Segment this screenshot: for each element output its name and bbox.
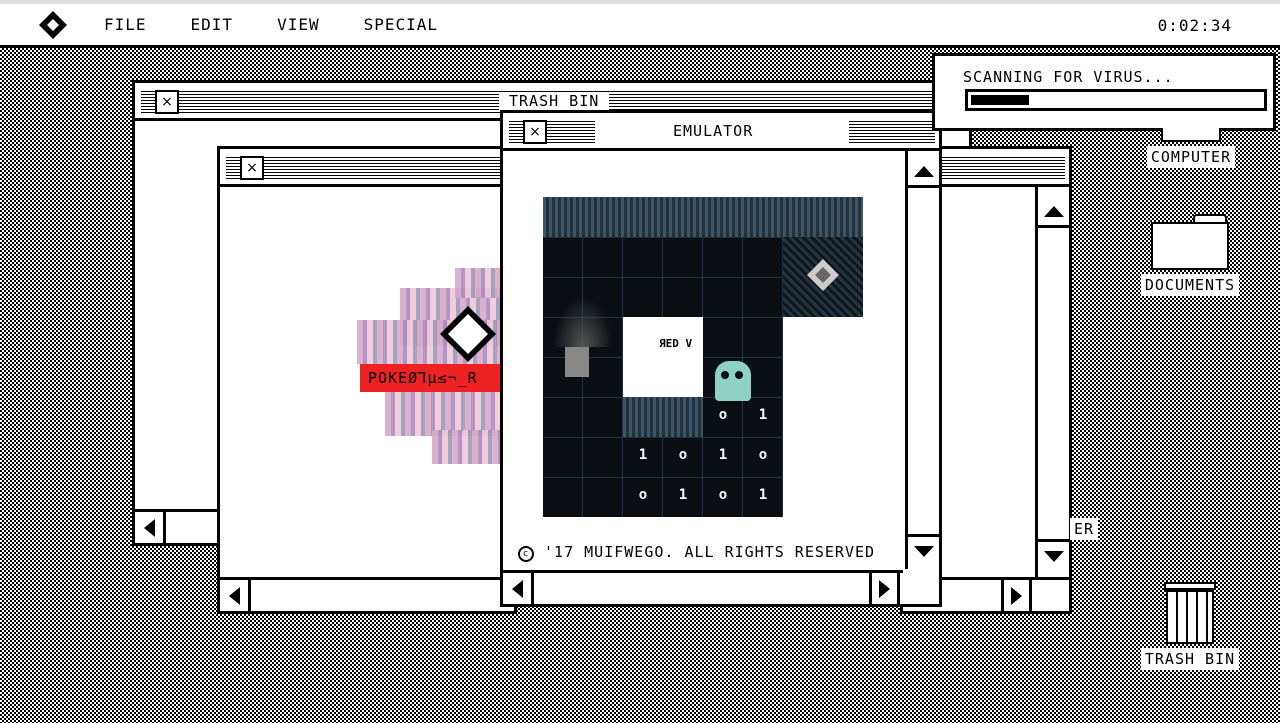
vertical-scrollbar[interactable] (905, 151, 939, 569)
game-white-tile: ЯED V (623, 317, 703, 397)
menu-bar: FILE EDIT VIEW SPECIAL 0:02:34 (0, 4, 1280, 48)
partial-label: ER (1070, 518, 1099, 540)
scan-progress-bar (965, 89, 1267, 111)
computer-label: COMPUTER (1146, 146, 1236, 168)
bit-value: o (638, 487, 648, 503)
player-sprite-icon (565, 347, 589, 377)
scroll-right-arrow-icon[interactable] (1001, 580, 1032, 611)
ghost-eye (721, 371, 729, 379)
trash-body (1166, 590, 1214, 644)
bit-value: 1 (678, 487, 688, 503)
trash-can-icon (1162, 578, 1218, 644)
folder-body (1151, 222, 1229, 270)
ghost-eye (735, 371, 743, 379)
game-wall (623, 397, 703, 437)
bit-value: o (678, 447, 688, 463)
scroll-down-arrow-icon[interactable] (1038, 539, 1069, 570)
glitched-window-titlebar[interactable]: × (220, 149, 516, 187)
copyright-label: '17 MUIFWEGO. ALL RIGHTS RESERVED (544, 543, 876, 561)
titlebar-stripes (849, 119, 935, 143)
bit-value: o (718, 487, 728, 503)
virus-scan-dialog: SCANNING FOR VIRUS... (932, 53, 1276, 131)
game-wall (543, 197, 863, 237)
horizontal-scrollbar[interactable] (220, 577, 514, 611)
scroll-left-arrow-icon[interactable] (135, 512, 166, 543)
titlebar-stripes (509, 119, 595, 143)
computer-desktop-icon[interactable]: COMPUTER (1133, 128, 1249, 168)
bit-value: 1 (758, 487, 768, 503)
bit-value: o (718, 407, 728, 423)
menu-view[interactable]: VIEW (277, 15, 320, 34)
horizontal-scrollbar[interactable] (503, 570, 903, 604)
folder-icon (1151, 214, 1229, 270)
diamond-pickup-icon (805, 257, 841, 293)
bit-value: o (758, 447, 768, 463)
game-void (783, 317, 863, 517)
computer-icon (1161, 128, 1221, 142)
scan-progress-fill (971, 95, 1029, 105)
scroll-left-arrow-icon[interactable] (220, 580, 251, 611)
glitch-artifact (455, 268, 500, 298)
scroll-up-arrow-icon[interactable] (1038, 197, 1069, 228)
diamond-file-icon[interactable] (438, 304, 498, 364)
ghost-enemy-icon (715, 361, 751, 401)
window-title: TRASH BIN (499, 92, 610, 110)
trash-label: TRASH BIN (1140, 648, 1240, 670)
close-icon[interactable]: × (240, 156, 264, 180)
documents-desktop-icon[interactable]: DOCUMENTS (1130, 214, 1250, 296)
close-icon[interactable]: × (523, 120, 547, 144)
glitched-file-label[interactable]: POKEØ⅂µ≤¬_R (360, 364, 510, 392)
bit-value: 1 (638, 447, 648, 463)
menu-file[interactable]: FILE (104, 15, 147, 34)
close-icon[interactable]: × (155, 90, 179, 114)
light-cone (553, 297, 613, 347)
scan-status-text: SCANNING FOR VIRUS... (963, 68, 1174, 86)
copyright-icon: c (518, 546, 534, 562)
bit-value: 1 (718, 447, 728, 463)
trash-lid (1164, 582, 1216, 590)
game-screen[interactable]: ЯED V o 1 1 o 1 o o 1 o 1 (543, 197, 863, 517)
scroll-up-arrow-icon[interactable] (908, 157, 939, 188)
menu-edit[interactable]: EDIT (191, 15, 234, 34)
glitch-artifact (432, 430, 500, 464)
copyright-text: c '17 MUIFWEGO. ALL RIGHTS RESERVED (518, 543, 875, 562)
emulator-titlebar[interactable]: × EMULATOR (503, 113, 939, 151)
bit-value: 1 (758, 407, 768, 423)
vertical-scrollbar[interactable] (1035, 187, 1069, 580)
clock: 0:02:34 (1157, 16, 1232, 35)
trash-desktop-icon[interactable]: TRASH BIN (1130, 578, 1250, 670)
scroll-down-arrow-icon[interactable] (908, 534, 939, 565)
titlebar-stripes (226, 155, 516, 179)
scroll-left-arrow-icon[interactable] (503, 573, 534, 604)
window-title: EMULATOR (663, 122, 764, 140)
documents-label: DOCUMENTS (1140, 274, 1240, 296)
diamond-logo-icon[interactable] (38, 10, 68, 40)
scroll-right-arrow-icon[interactable] (869, 573, 900, 604)
menu-special[interactable]: SPECIAL (364, 15, 438, 34)
